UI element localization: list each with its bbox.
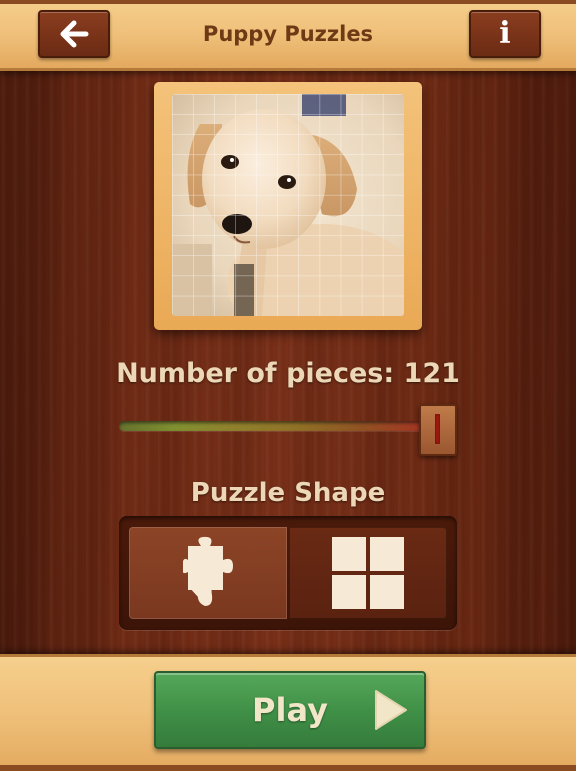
info-button[interactable]: i (469, 10, 541, 58)
pieces-slider-track[interactable] (119, 421, 439, 431)
pieces-count-label: Number of pieces: 121 (116, 358, 460, 389)
info-icon: i (499, 16, 511, 51)
puzzle-shape-selector (119, 516, 457, 630)
puzzle-preview-frame (154, 82, 422, 330)
square-grid-icon (332, 537, 404, 609)
jigsaw-piece-icon (183, 536, 233, 606)
puzzle-shape-label: Puzzle Shape (190, 478, 386, 508)
top-bar: Puppy Puzzles i (0, 0, 576, 71)
pieces-slider-fill (119, 421, 439, 431)
pieces-slider-thumb[interactable] (419, 404, 457, 456)
bottom-bar: Play (0, 654, 576, 771)
play-arrow-icon (375, 690, 407, 730)
shape-option-square[interactable] (289, 527, 447, 619)
shape-option-jigsaw[interactable] (129, 527, 287, 619)
puppy-photo (172, 94, 404, 316)
puzzle-preview-image (172, 94, 404, 316)
play-button[interactable]: Play (154, 671, 426, 749)
